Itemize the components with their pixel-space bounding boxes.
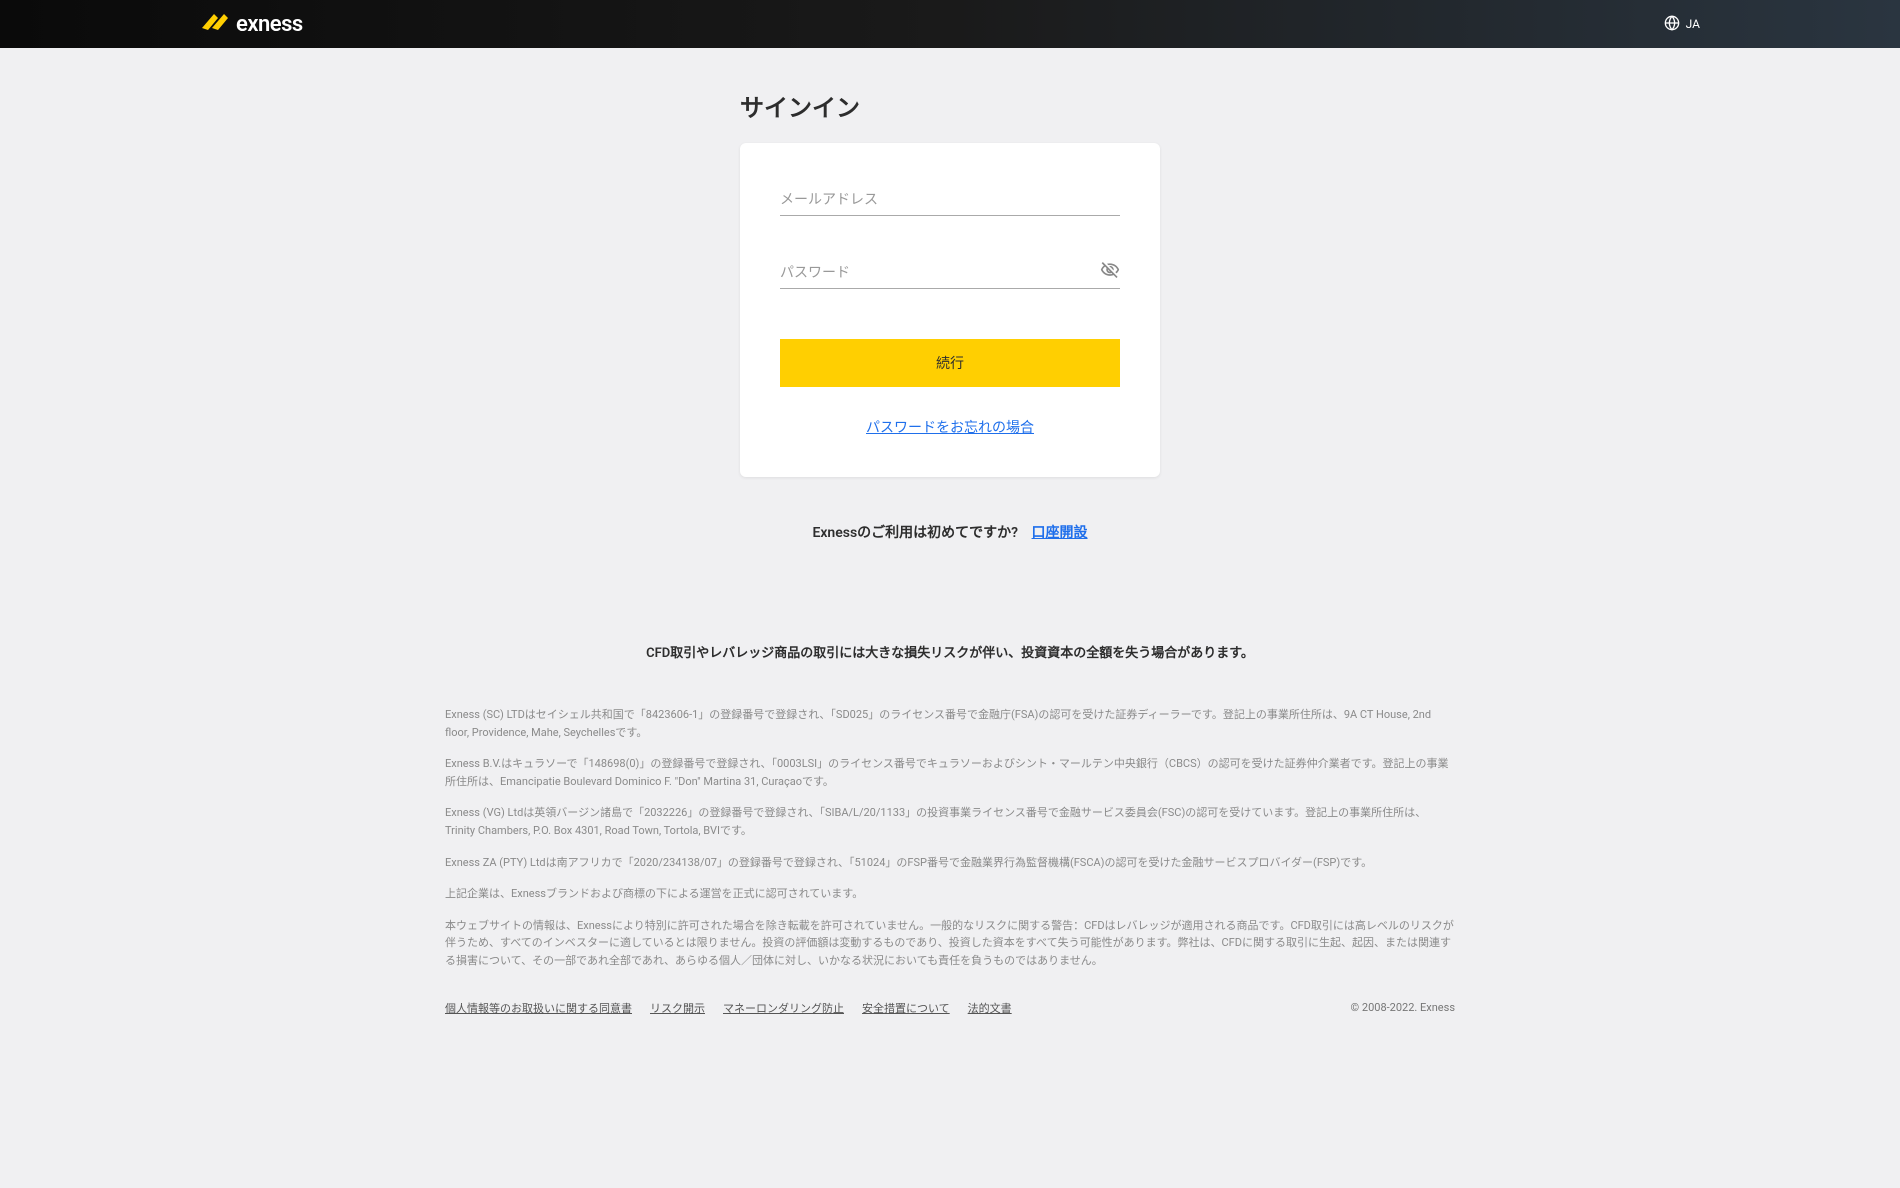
page-title: サインイン — [740, 88, 1160, 123]
legal-p3: Exness (VG) Ltdは英領バージン諸島で「2032226」の登録番号で… — [445, 804, 1455, 839]
email-input-wrapper — [780, 183, 1120, 216]
header: exness JA — [0, 0, 1900, 48]
signup-prompt-text: Exnessのご利用は初めてですか? — [812, 525, 1018, 541]
logo-icon — [200, 9, 228, 39]
signup-prompt: Exnessのご利用は初めてですか? 口座開設 — [812, 522, 1087, 542]
signup-link[interactable]: 口座開設 — [1032, 525, 1088, 541]
password-input-wrapper — [780, 256, 1120, 289]
footer-link-safety[interactable]: 安全措置について — [862, 1000, 950, 1016]
language-selector[interactable]: JA — [1664, 15, 1700, 34]
continue-button[interactable]: 続行 — [780, 339, 1120, 387]
logo[interactable]: exness — [200, 9, 303, 39]
footer-link-aml[interactable]: マネーロンダリング防止 — [723, 1000, 844, 1016]
footer-link-risk[interactable]: リスク開示 — [650, 1000, 705, 1016]
legal-p4: Exness ZA (PTY) Ltdは南アフリカで「2020/234138/0… — [445, 854, 1455, 872]
legal-p1: Exness (SC) LTDはセイシェル共和国で「8423606-1」の登録番… — [445, 706, 1455, 741]
forgot-password-link[interactable]: パスワードをお忘れの場合 — [866, 417, 1034, 437]
footer-link-privacy[interactable]: 個人情報等のお取扱いに関する同意書 — [445, 1000, 632, 1016]
password-field[interactable] — [780, 256, 1120, 289]
email-field[interactable] — [780, 183, 1120, 216]
globe-icon — [1664, 15, 1680, 34]
footer-link-legal[interactable]: 法的文書 — [968, 1000, 1012, 1016]
logo-text: exness — [236, 12, 303, 37]
legal-p5: 上記企業は、Exnessブランドおよび商標の下による運営を正式に認可されています… — [445, 885, 1455, 903]
legal-p6: 本ウェブサイトの情報は、Exnessにより特別に許可された場合を除き転載を許可さ… — [445, 917, 1455, 970]
footer: 個人情報等のお取扱いに関する同意書 リスク開示 マネーロンダリング防止 安全措置… — [445, 1000, 1455, 1016]
eye-off-icon[interactable] — [1100, 260, 1120, 280]
footer-links: 個人情報等のお取扱いに関する同意書 リスク開示 マネーロンダリング防止 安全措置… — [445, 1000, 1012, 1016]
legal-text: Exness (SC) LTDはセイシェル共和国で「8423606-1」の登録番… — [445, 706, 1455, 970]
legal-p2: Exness B.V.はキュラソーで「148698(0)」の登録番号で登録され、… — [445, 755, 1455, 790]
copyright: © 2008-2022. Exness — [1351, 1001, 1455, 1014]
risk-disclaimer: CFD取引やレバレッジ商品の取引には大きな損失リスクが伴い、投資資本の全額を失う… — [445, 642, 1455, 661]
language-label: JA — [1686, 17, 1700, 31]
main-content: サインイン 続行 パスワードをお忘れの場合 Exnessのご利用は初めてですか?… — [0, 48, 1900, 661]
signin-card: 続行 パスワードをお忘れの場合 — [740, 143, 1160, 477]
